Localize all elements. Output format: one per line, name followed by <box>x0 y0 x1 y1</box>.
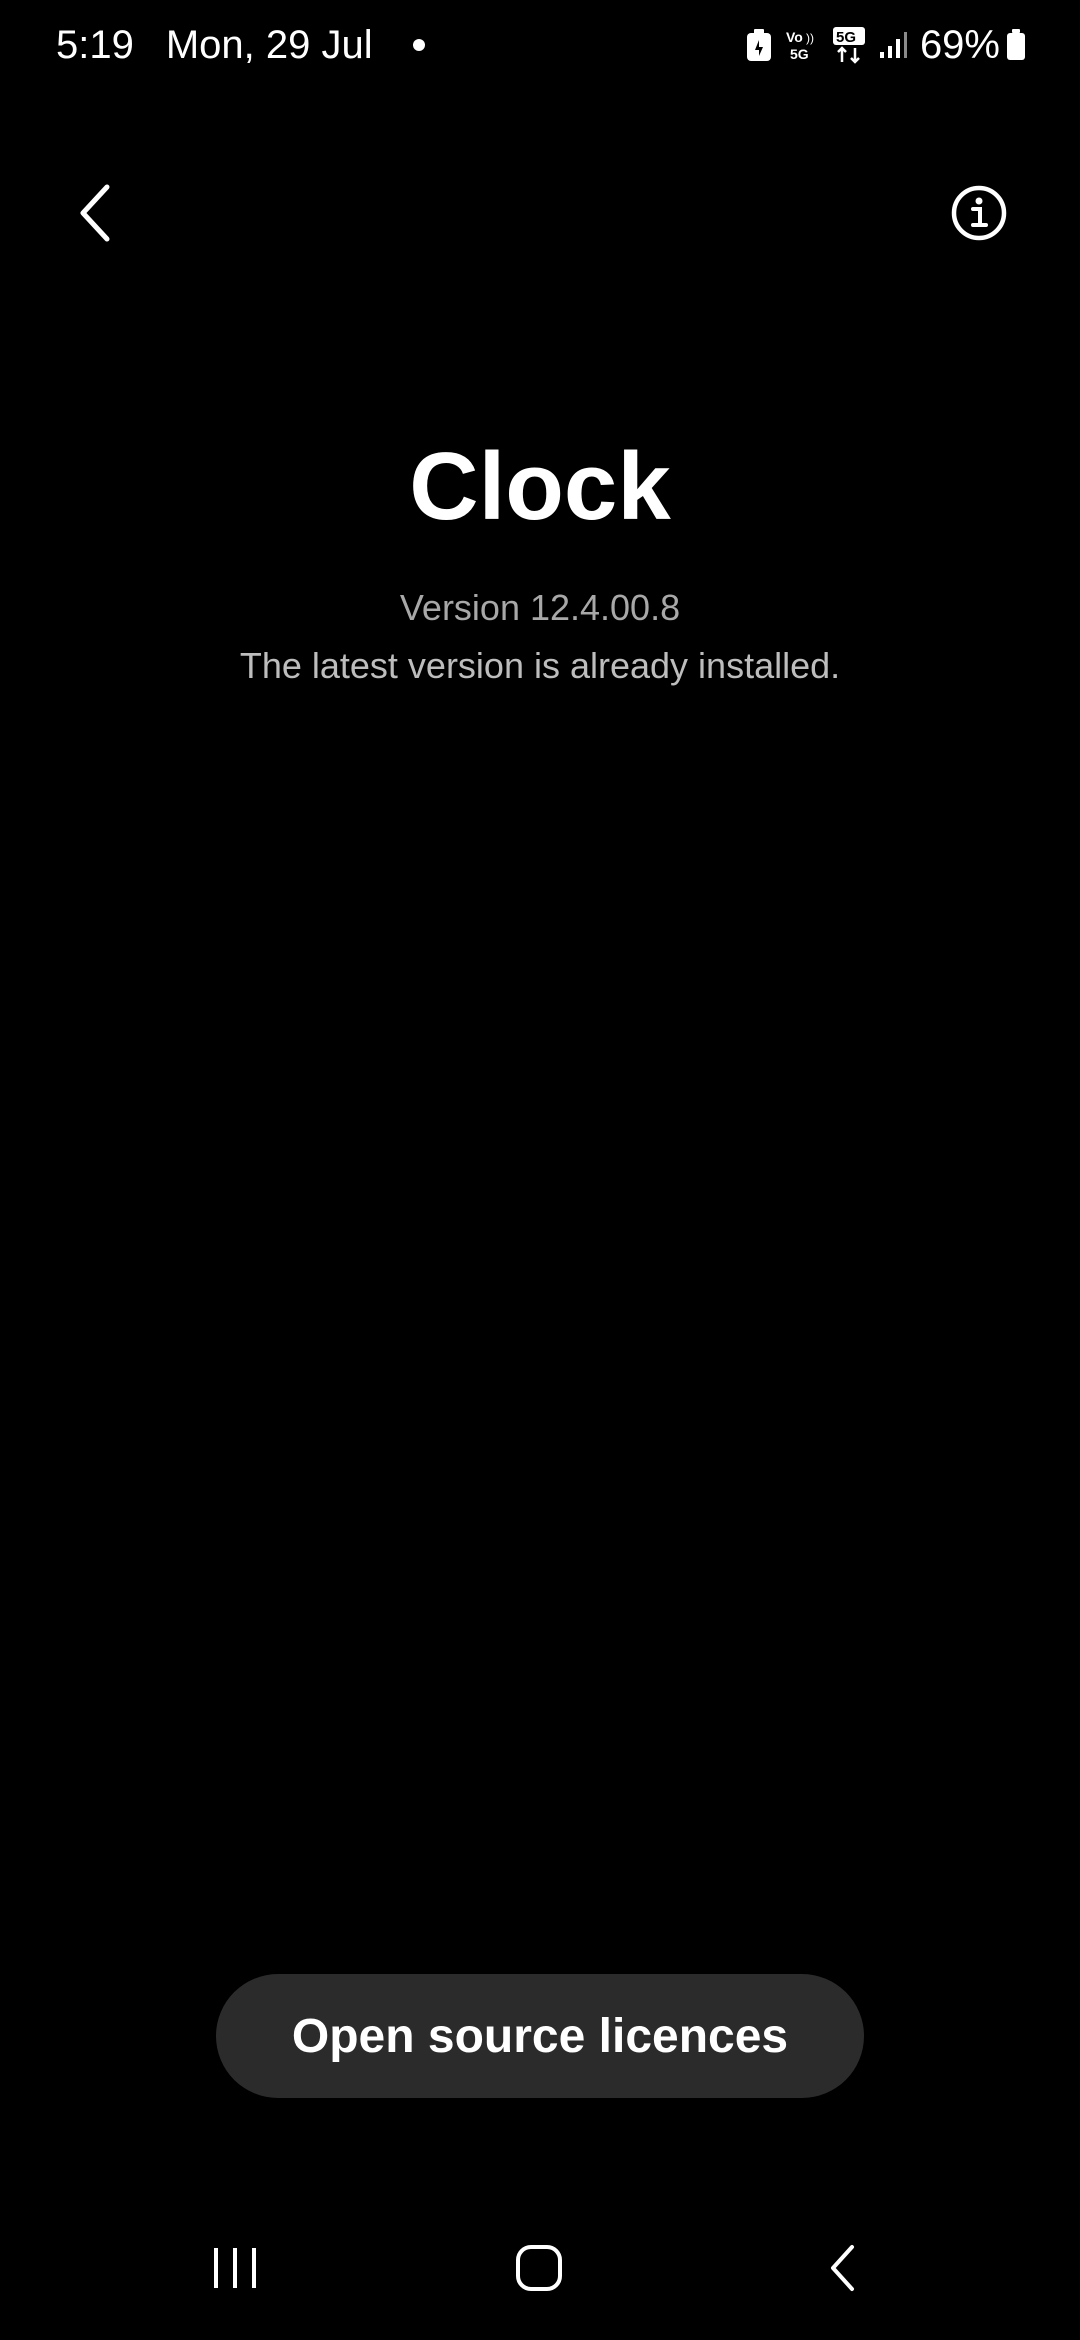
info-button[interactable] <box>944 180 1014 250</box>
app-version: Version 12.4.00.8 <box>399 587 681 628</box>
battery-icon <box>1006 29 1026 61</box>
nav-home-button[interactable] <box>504 2240 574 2300</box>
info-circle-icon <box>949 183 1009 248</box>
nav-recents-button[interactable] <box>200 2240 270 2300</box>
svg-text:5G: 5G <box>790 46 809 62</box>
svg-text:5G: 5G <box>836 29 856 46</box>
open-source-licences-button[interactable]: Open source licences <box>216 1974 864 2098</box>
app-name: Clock <box>409 433 671 540</box>
volte-icon: Vo )) 5G <box>784 28 820 62</box>
chevron-left-icon <box>75 181 115 250</box>
svg-text:)): )) <box>806 31 814 45</box>
navigation-bar <box>0 2220 1080 2320</box>
update-status: The latest version is already installed. <box>239 645 841 686</box>
status-bar-right: Vo )) 5G 5G 69% <box>734 20 1026 70</box>
status-bar: 5:19 Mon, 29 Jul Vo )) 5G 5G 69% <box>0 0 1080 92</box>
back-button[interactable] <box>60 170 130 260</box>
signal-icon <box>878 30 908 60</box>
status-date: Mon, 29 Jul <box>165 22 373 67</box>
battery-percent: 69% <box>919 22 1000 67</box>
home-icon <box>514 2243 564 2298</box>
status-bar-left: 5:19 Mon, 29 Jul <box>56 20 425 70</box>
5g-data-icon: 5G <box>832 26 866 64</box>
recents-icon <box>210 2245 260 2296</box>
status-time: 5:19 <box>56 22 134 67</box>
back-icon <box>825 2243 861 2298</box>
nav-back-button[interactable] <box>808 2240 878 2300</box>
notification-dot-icon <box>412 39 425 51</box>
svg-text:Vo: Vo <box>786 29 803 45</box>
battery-saver-icon <box>746 28 772 62</box>
